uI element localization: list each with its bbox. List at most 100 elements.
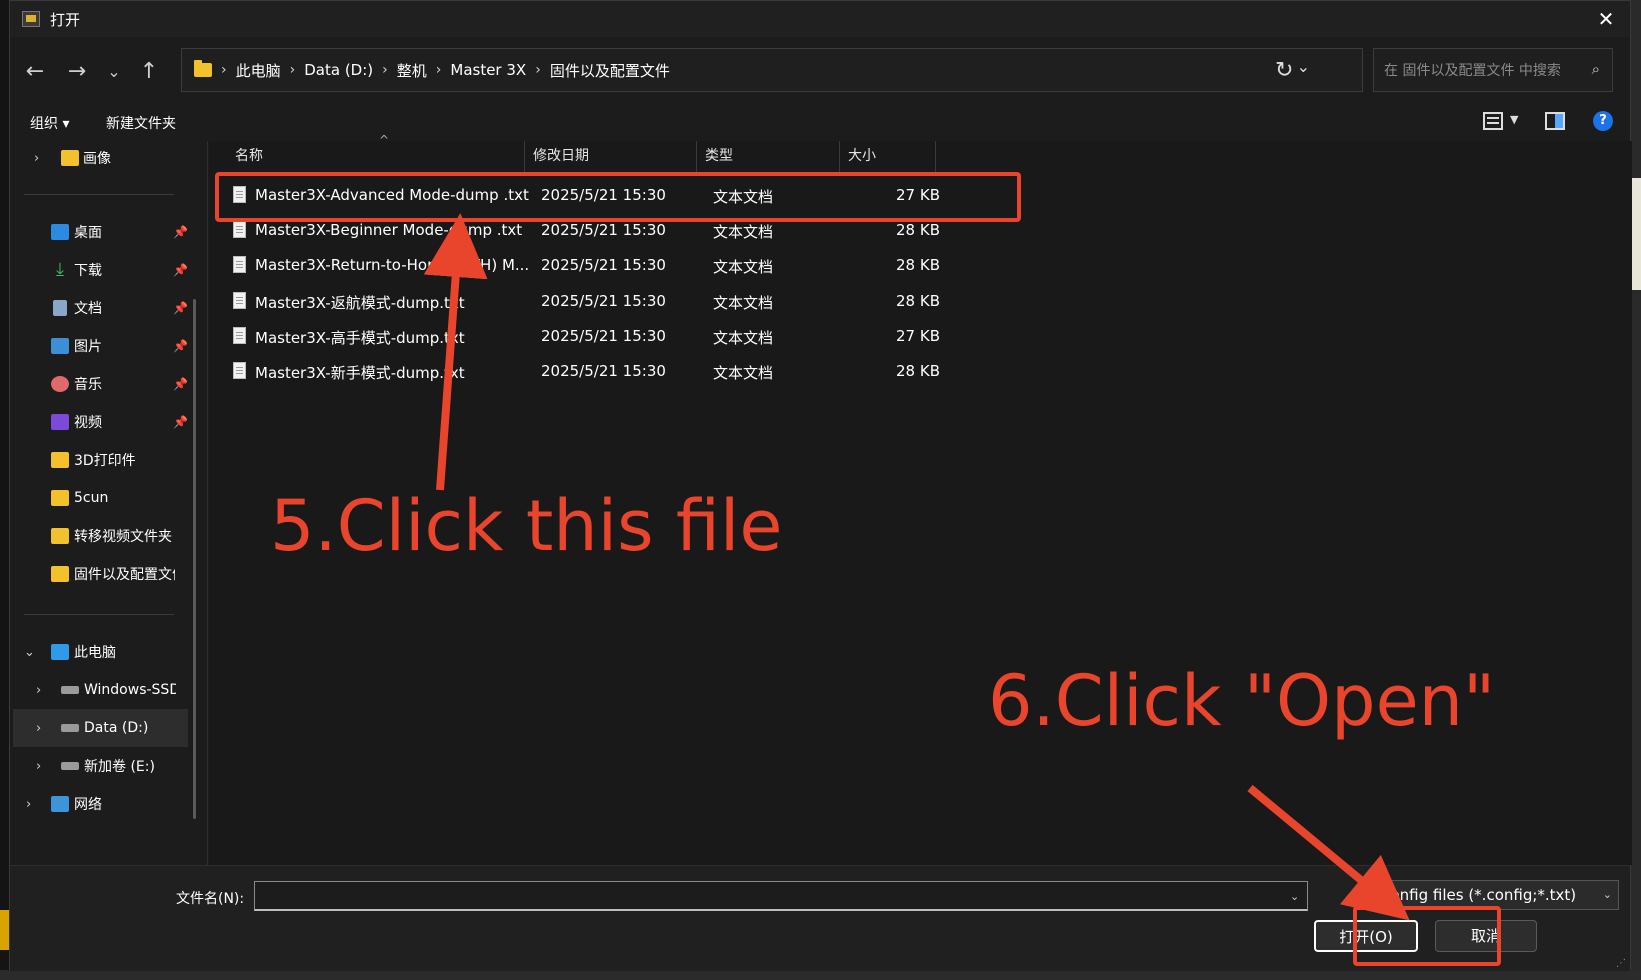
column-header-type[interactable]: 类型 bbox=[697, 141, 840, 173]
sidebar-item-3d-prints[interactable]: 3D打印件 bbox=[10, 441, 195, 479]
open-file-dialog: 打开 ✕ ← → ⌄ ↑ › 此电脑 › Data (D:) › 整机 › Ma… bbox=[9, 0, 1632, 971]
navigation-pane: › 画像 桌面 📌 ⤓ 下载 📌 文档 📌 图片 📌 音乐 📌 视频 📌 3D打… bbox=[10, 141, 208, 865]
sidebar-item-new-volume-e[interactable]: › 新加卷 (E:) bbox=[10, 747, 195, 785]
chevron-down-icon[interactable]: ⌄ bbox=[24, 645, 35, 660]
annotation-step-6: 6.Click "Open" bbox=[988, 660, 1496, 742]
back-arrow-icon[interactable]: ← bbox=[20, 57, 50, 87]
chevron-right-icon[interactable]: › bbox=[221, 62, 227, 78]
help-icon[interactable]: ? bbox=[1593, 111, 1613, 131]
sidebar-item-transfer-videos[interactable]: 转移视频文件夹 bbox=[10, 517, 195, 555]
chevron-right-icon[interactable]: › bbox=[36, 683, 41, 698]
file-type: 文本文档 bbox=[713, 329, 774, 347]
breadcrumb-firmware-folder[interactable]: 固件以及配置文件 bbox=[550, 60, 670, 81]
file-modified: 2025/5/21 15:30 bbox=[541, 256, 666, 274]
chevron-right-icon[interactable]: › bbox=[436, 62, 442, 78]
breadcrumb-zhengji[interactable]: 整机 bbox=[397, 60, 427, 81]
filename-history-dropdown-icon[interactable]: ⌄ bbox=[1290, 890, 1299, 903]
text-file-icon bbox=[233, 292, 246, 309]
file-row[interactable]: Master3X-返航模式-dump.txt 2025/5/21 15:30 文… bbox=[219, 284, 979, 320]
drive-icon bbox=[61, 724, 79, 732]
view-options-icon[interactable] bbox=[1483, 112, 1503, 130]
chevron-right-icon[interactable]: › bbox=[26, 797, 31, 812]
pin-icon: 📌 bbox=[173, 263, 188, 277]
filename-input[interactable] bbox=[254, 881, 1308, 911]
close-button[interactable]: ✕ bbox=[1594, 7, 1618, 31]
file-size: 28 KB bbox=[896, 292, 940, 310]
chevron-right-icon[interactable]: › bbox=[535, 62, 541, 78]
filter-value: Config files (*.config;*.txt) bbox=[1380, 886, 1577, 904]
view-dropdown-icon[interactable]: ▼ bbox=[1510, 113, 1518, 126]
sidebar-item-windows-ssd[interactable]: › Windows-SSD bbox=[10, 671, 195, 709]
sidebar-item-label: 3D打印件 bbox=[74, 453, 136, 469]
pin-icon: 📌 bbox=[173, 377, 188, 391]
drive-icon bbox=[61, 762, 79, 770]
sidebar-item-data-d[interactable]: › Data (D:) bbox=[13, 709, 188, 747]
network-icon bbox=[51, 796, 69, 812]
pictures-icon bbox=[51, 338, 69, 354]
navigation-bar: ← → ⌄ ↑ › 此电脑 › Data (D:) › 整机 › Master … bbox=[10, 37, 1630, 103]
sidebar-item-downloads[interactable]: ⤓ 下载 📌 bbox=[10, 251, 195, 289]
search-placeholder: 在 固件以及配置文件 中搜索 bbox=[1384, 63, 1561, 79]
chevron-right-icon[interactable]: › bbox=[36, 759, 41, 774]
sidebar-item-desktop[interactable]: 桌面 📌 bbox=[10, 213, 195, 251]
sidebar-item-music[interactable]: 音乐 📌 bbox=[10, 365, 195, 403]
breadcrumb-master-3x[interactable]: Master 3X bbox=[450, 61, 526, 79]
column-header-modified[interactable]: 修改日期 bbox=[525, 141, 697, 173]
file-row[interactable]: Master3X-新手模式-dump.txt 2025/5/21 15:30 文… bbox=[219, 354, 979, 390]
text-file-icon bbox=[233, 221, 246, 238]
download-icon: ⤓ bbox=[56, 259, 64, 280]
pin-icon: 📌 bbox=[173, 301, 188, 315]
file-row[interactable]: Master3X-高手模式-dump.txt 2025/5/21 15:30 文… bbox=[219, 319, 979, 355]
title-bar: 打开 ✕ bbox=[10, 1, 1630, 37]
chevron-down-icon[interactable]: ⌄ bbox=[1603, 881, 1612, 909]
forward-arrow-icon[interactable]: → bbox=[62, 57, 92, 87]
chevron-right-icon[interactable]: › bbox=[290, 62, 296, 78]
recent-locations-chevron-icon[interactable]: ⌄ bbox=[99, 57, 129, 87]
search-icon[interactable]: ⌕ bbox=[1592, 60, 1600, 78]
up-arrow-icon[interactable]: ↑ bbox=[134, 57, 164, 87]
music-icon bbox=[51, 376, 69, 392]
address-dropdown-icon[interactable]: ⌄ bbox=[1297, 57, 1310, 76]
search-input[interactable]: 在 固件以及配置文件 中搜索 ⌕ bbox=[1373, 48, 1613, 92]
column-header-name[interactable]: 名称 bbox=[227, 141, 525, 173]
sidebar-item-pictures[interactable]: 图片 📌 bbox=[10, 327, 195, 365]
sidebar-item-label: 画像 bbox=[83, 151, 111, 167]
sidebar-item-label: 转移视频文件夹 bbox=[74, 529, 172, 545]
resize-grip-icon[interactable]: ⋰ bbox=[1616, 958, 1626, 969]
address-bar[interactable]: › 此电脑 › Data (D:) › 整机 › Master 3X › 固件以… bbox=[181, 48, 1363, 92]
annotation-step-5: 5.Click this file bbox=[270, 485, 783, 567]
organize-button[interactable]: 组织 ▾ bbox=[30, 113, 69, 133]
file-size: 28 KB bbox=[896, 256, 940, 274]
chevron-right-icon[interactable]: › bbox=[34, 151, 39, 166]
sidebar-item-label: 视频 bbox=[74, 415, 102, 431]
sidebar-item-label: 网络 bbox=[74, 797, 102, 813]
sidebar-item-label: Data (D:) bbox=[84, 720, 149, 736]
sidebar-item-5cun[interactable]: 5cun bbox=[10, 479, 195, 517]
sidebar-item-network[interactable]: › 网络 bbox=[10, 785, 195, 823]
folder-icon bbox=[51, 490, 69, 506]
chevron-right-icon[interactable]: › bbox=[382, 62, 388, 78]
command-toolbar: 组织 ▾ 新建文件夹 ▼ ? bbox=[10, 103, 1630, 141]
sidebar-item-huaxiang[interactable]: › 画像 bbox=[10, 139, 195, 177]
highlight-box-open bbox=[1353, 906, 1501, 966]
file-row[interactable]: Master3X-Return-to-Home (RTH) M... 2025/… bbox=[219, 248, 979, 284]
pane-splitter[interactable] bbox=[207, 141, 208, 865]
pin-icon: 📌 bbox=[173, 415, 188, 429]
sidebar-item-label: 文档 bbox=[74, 301, 102, 317]
refresh-icon[interactable]: ↻ bbox=[1275, 58, 1293, 83]
sidebar-scrollbar[interactable] bbox=[193, 299, 196, 819]
sidebar-item-documents[interactable]: 文档 📌 bbox=[10, 289, 195, 327]
new-folder-button[interactable]: 新建文件夹 bbox=[106, 113, 176, 133]
sidebar-item-firmware-folder[interactable]: 固件以及配置文件 bbox=[10, 555, 195, 593]
video-icon bbox=[51, 414, 69, 430]
file-type: 文本文档 bbox=[713, 364, 774, 382]
file-name: Master3X-高手模式-dump.txt bbox=[255, 329, 465, 347]
breadcrumb-this-pc[interactable]: 此电脑 bbox=[236, 60, 281, 81]
column-header-size[interactable]: 大小 bbox=[840, 141, 936, 173]
sidebar-item-videos[interactable]: 视频 📌 bbox=[10, 403, 195, 441]
breadcrumb-data-d[interactable]: Data (D:) bbox=[304, 61, 373, 79]
sidebar-item-this-pc[interactable]: ⌄ 此电脑 bbox=[10, 633, 195, 671]
chevron-right-icon[interactable]: › bbox=[36, 721, 41, 736]
preview-pane-icon[interactable] bbox=[1545, 112, 1565, 130]
file-modified: 2025/5/21 15:30 bbox=[541, 221, 666, 239]
